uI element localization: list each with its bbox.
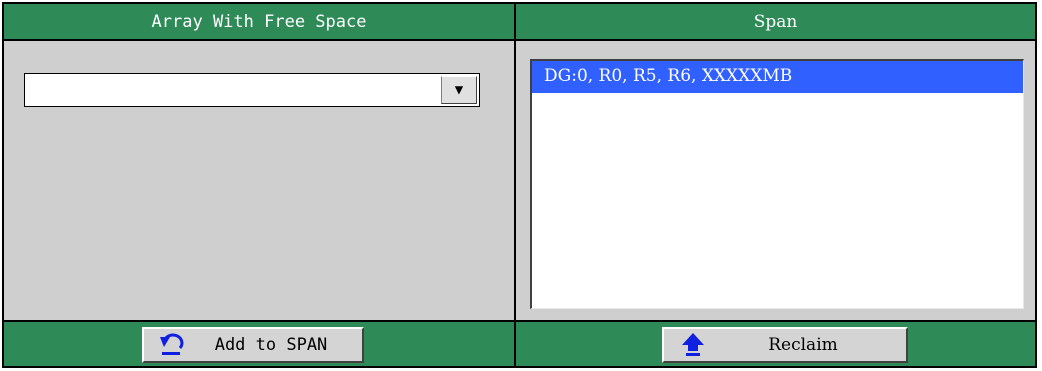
left-footer: Add to SPAN <box>4 320 514 366</box>
span-list-item-text: DG:0, R0, R5, R6, XXXXXMB <box>544 66 793 86</box>
undo-arrow-icon <box>156 331 190 359</box>
array-free-space-body: ▼ <box>4 41 514 322</box>
span-list-item[interactable]: DG:0, R0, R5, R6, XXXXXMB <box>532 61 1023 93</box>
raid-span-panel: Array With Free Space Span ▼ DG:0, R0, R… <box>2 2 1037 368</box>
array-free-space-title: Array With Free Space <box>151 11 367 32</box>
span-header: Span <box>516 4 1035 41</box>
reclaim-button[interactable]: Reclaim <box>662 327 908 363</box>
add-to-span-button[interactable]: Add to SPAN <box>142 327 364 363</box>
add-to-span-label: Add to SPAN <box>214 335 328 355</box>
array-free-space-header: Array With Free Space <box>4 4 514 41</box>
reclaim-label: Reclaim <box>768 335 838 355</box>
up-arrow-icon <box>676 331 710 359</box>
span-title: Span <box>753 11 798 32</box>
dropdown-arrow-button[interactable]: ▼ <box>441 76 477 104</box>
right-footer: Reclaim <box>516 320 1035 366</box>
span-listbox[interactable]: DG:0, R0, R5, R6, XXXXXMB <box>530 59 1024 309</box>
chevron-down-icon: ▼ <box>454 82 464 98</box>
span-body: DG:0, R0, R5, R6, XXXXXMB <box>516 41 1035 322</box>
array-select-combobox[interactable]: ▼ <box>24 73 480 107</box>
column-divider <box>514 4 516 366</box>
